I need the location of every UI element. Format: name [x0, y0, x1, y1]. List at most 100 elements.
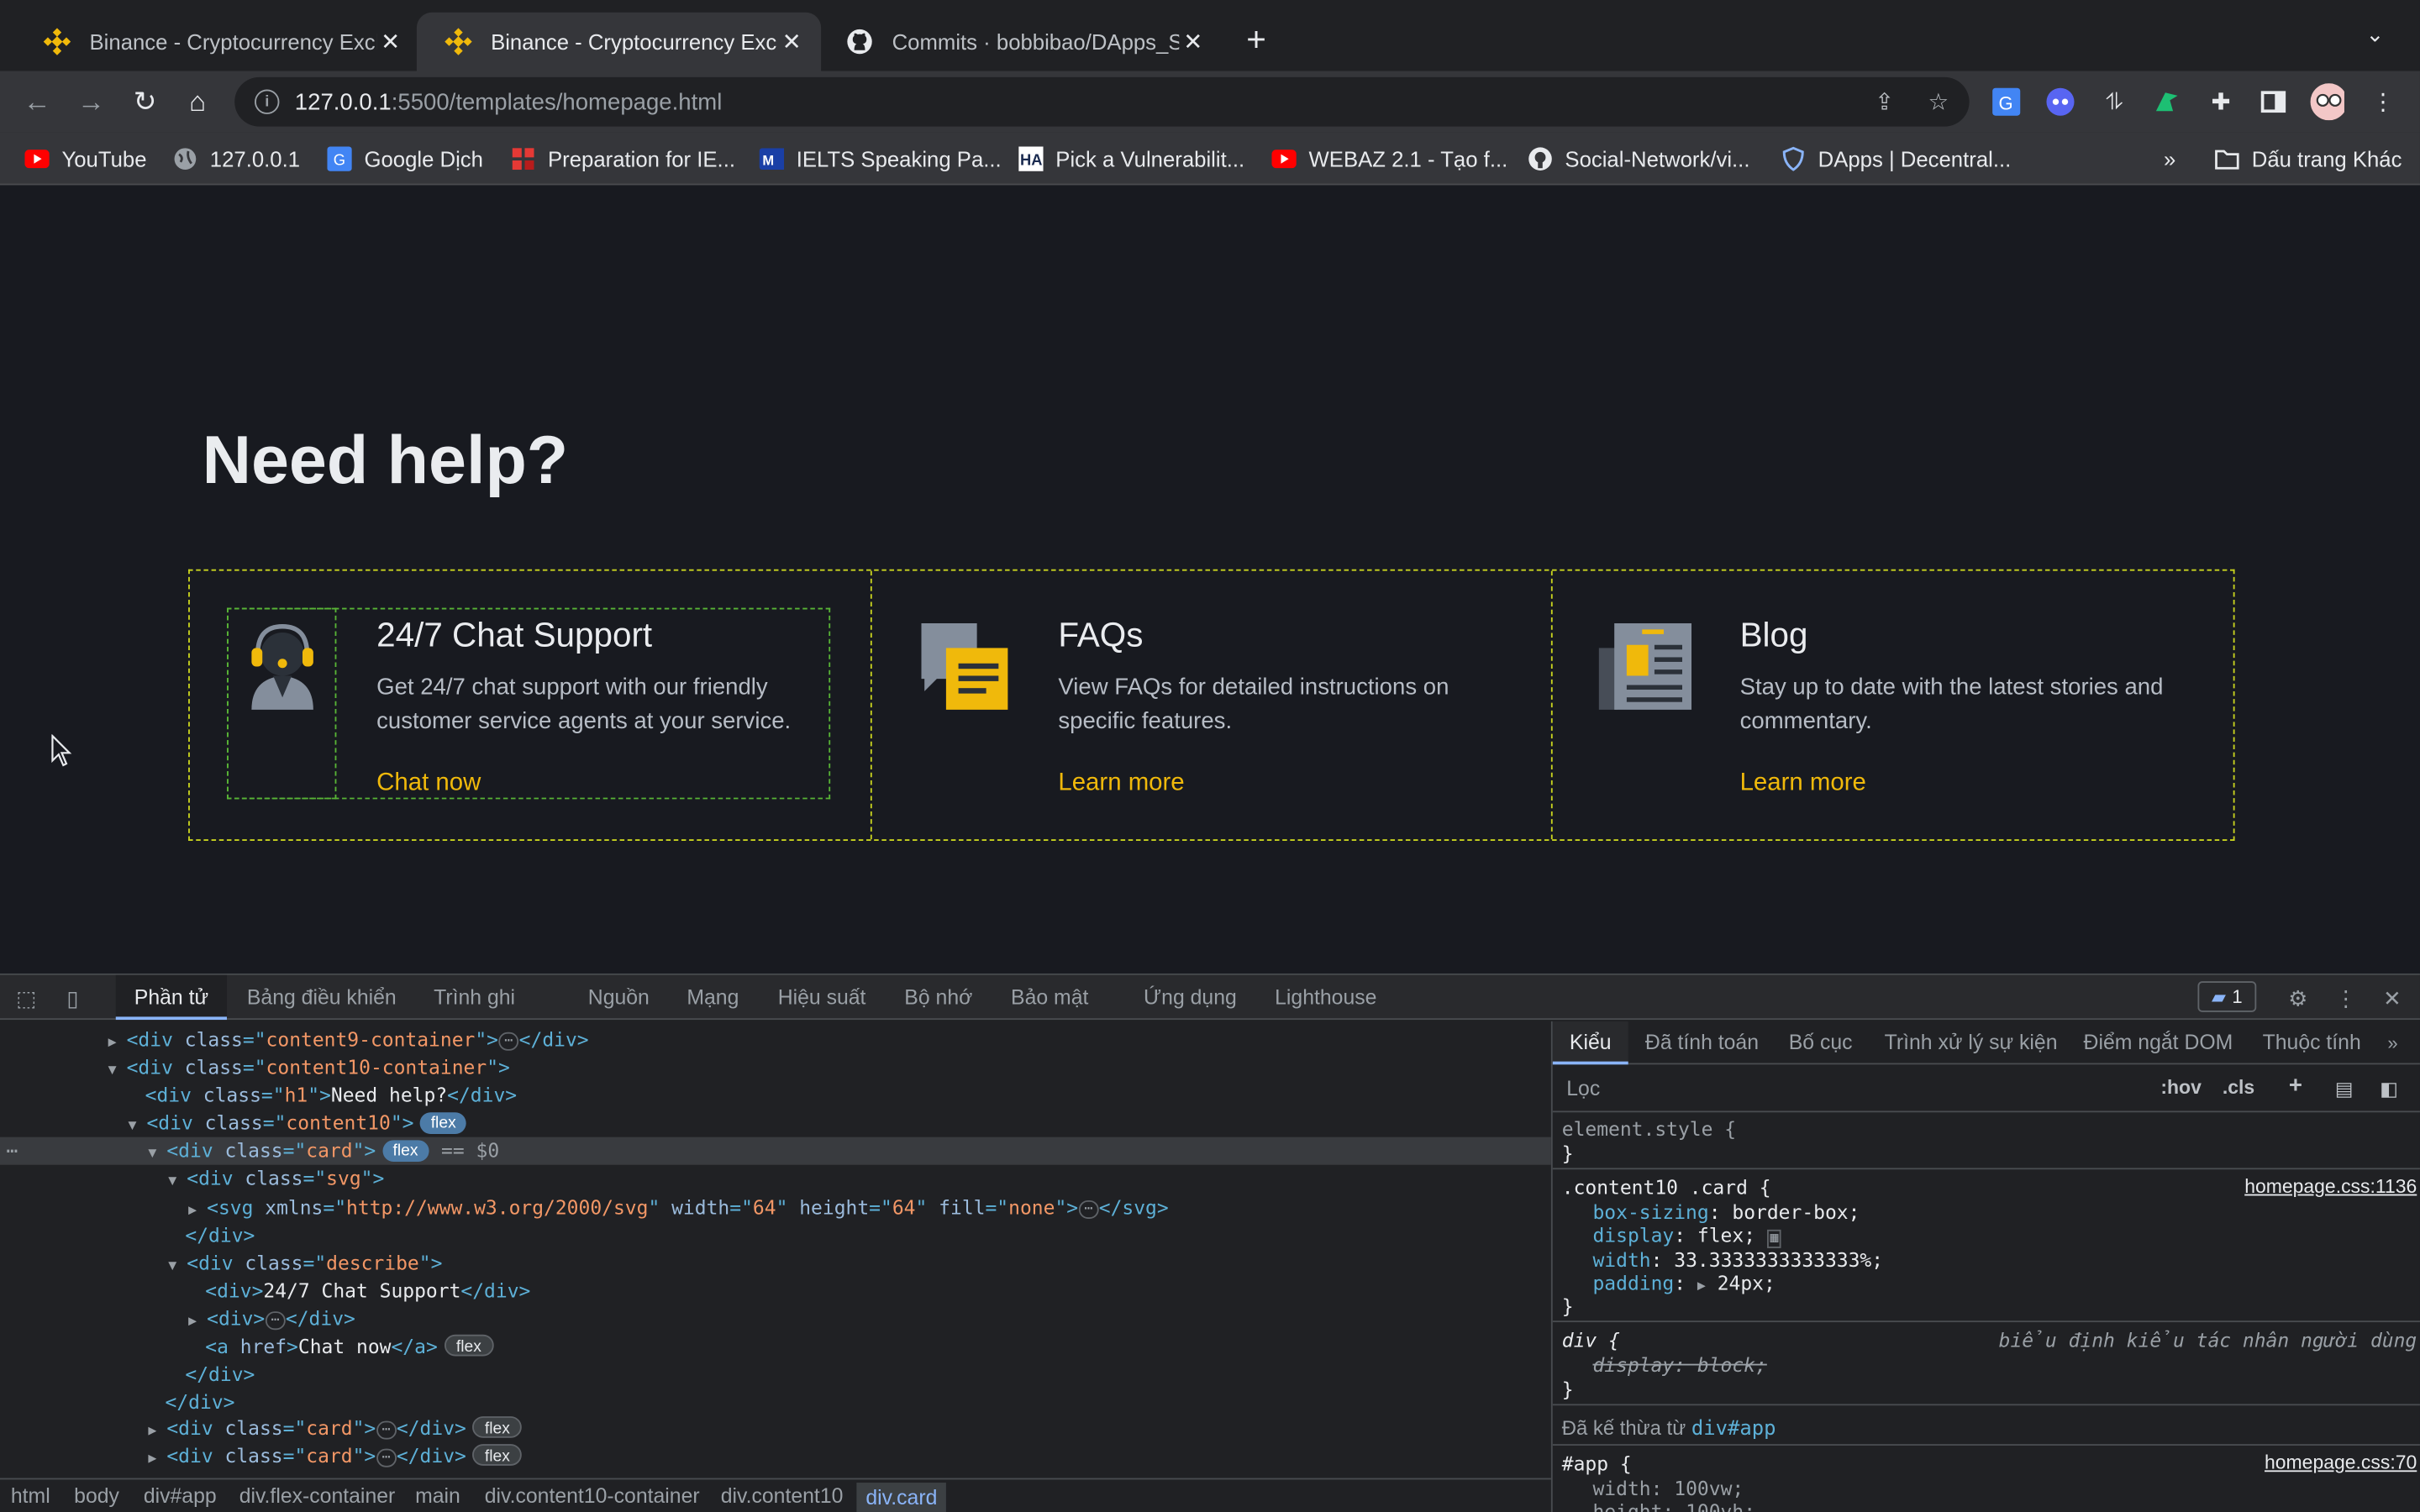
- close-icon[interactable]: ✕: [778, 28, 806, 55]
- dom-node[interactable]: ▶ <div class="content9-container"> ⋯ </div>: [0, 1026, 1551, 1053]
- breadcrumb-item[interactable]: div.content10: [721, 1484, 844, 1508]
- tab-network[interactable]: Mạng: [687, 975, 739, 1020]
- blog-learn-more-link[interactable]: Learn more: [1740, 770, 1866, 798]
- tab-event-listeners[interactable]: Trình xử lý sự kiện: [1885, 1021, 2058, 1064]
- dom-node[interactable]: </div>: [0, 1361, 1551, 1389]
- css-declaration[interactable]: box-sizing: border-box;: [1592, 1200, 1860, 1224]
- bookmark-preparation-ielts[interactable]: Preparation for IE...: [511, 144, 735, 175]
- tab-console[interactable]: Bảng điều khiển: [247, 975, 397, 1020]
- side-panel-icon[interactable]: [2256, 85, 2290, 118]
- close-icon[interactable]: ✕: [2378, 984, 2406, 1012]
- bookmark-webaz[interactable]: WEBAZ 2.1 - Tạo f...: [1271, 144, 1507, 175]
- app-rule-selector[interactable]: #app {: [1562, 1452, 1632, 1475]
- tab-recorder[interactable]: Trình ghi: [434, 975, 515, 1020]
- chevron-down-icon[interactable]: ⌄: [2366, 22, 2385, 48]
- bookmark-pick-vulnerability[interactable]: HA Pick a Vulnerabilit...: [1018, 144, 1244, 175]
- bookmark-localhost[interactable]: 127.0.0.1: [173, 144, 300, 175]
- browser-tab-binance-2[interactable]: Binance - Cryptocurrency Exch ✕: [416, 12, 822, 71]
- close-icon[interactable]: ✕: [1179, 28, 1207, 55]
- tab-computed[interactable]: Đã tính toán: [1645, 1021, 1759, 1064]
- new-tab-icon[interactable]: +: [1238, 21, 1275, 59]
- breadcrumb-item[interactable]: html: [11, 1484, 50, 1508]
- tab-performance[interactable]: Hiệu suất: [778, 975, 866, 1020]
- card-rule-source-link[interactable]: homepage.css:1136: [2244, 1176, 2417, 1198]
- google-translate-icon[interactable]: G: [1990, 85, 2023, 118]
- faqs-learn-more-link[interactable]: Learn more: [1058, 770, 1184, 798]
- tab-memory[interactable]: Bộ nhớ: [904, 975, 972, 1020]
- add-rule-icon[interactable]: +: [2289, 1073, 2302, 1099]
- home-icon[interactable]: ⌂: [179, 83, 216, 120]
- address-bar[interactable]: i 127.0.0.1:5500/templates/homepage.html…: [234, 76, 1970, 127]
- dom-node[interactable]: <div>24/7 Chat Support</div>: [0, 1278, 1551, 1305]
- bookmark-social-network[interactable]: Social-Network/vi...: [1528, 144, 1749, 175]
- device-toolbar-icon[interactable]: ▯: [59, 984, 87, 1012]
- issues-badge[interactable]: ▰ 1: [2197, 981, 2257, 1012]
- dom-node[interactable]: ▼ <div class="svg">: [0, 1165, 1551, 1193]
- gear-icon[interactable]: ⚙: [2284, 984, 2312, 1012]
- tab-lighthouse[interactable]: Lighthouse: [1275, 975, 1376, 1020]
- extensions-puzzle-icon[interactable]: ✚: [2204, 85, 2238, 118]
- bookmark-ielts-speaking[interactable]: M IELTS Speaking Pa...: [759, 144, 1002, 175]
- close-icon[interactable]: ✕: [376, 28, 404, 55]
- bookmark-google-dich[interactable]: G Google Dịch: [327, 144, 483, 175]
- bookmark-youtube[interactable]: YouTube: [24, 144, 147, 175]
- dom-node[interactable]: ▶ <div class="card"> ⋯ </div> flex: [0, 1442, 1551, 1470]
- dom-node[interactable]: ▶ <svg xmlns="http://www.w3.org/2000/svg"…: [0, 1194, 1551, 1222]
- css-declaration[interactable]: width: 33.3333333333333%;: [1592, 1248, 1883, 1272]
- more-options-icon[interactable]: ⋮: [2332, 984, 2360, 1012]
- breadcrumb-item[interactable]: main: [415, 1484, 460, 1508]
- ua-rule-selector[interactable]: div {: [1562, 1328, 1620, 1352]
- dom-node[interactable]: ▶ <div> ⋯ </div>: [0, 1305, 1551, 1333]
- breadcrumb-item[interactable]: body: [74, 1484, 119, 1508]
- extension-text-icon[interactable]: ⥮: [2097, 85, 2131, 118]
- breadcrumb-item[interactable]: div.content10-container: [485, 1484, 700, 1508]
- extension-bird-icon[interactable]: [2150, 85, 2184, 118]
- css-declaration[interactable]: display: flex; ▦: [1592, 1224, 1782, 1252]
- forward-icon[interactable]: →: [72, 83, 109, 120]
- breadcrumb-item-current[interactable]: div.card: [856, 1483, 947, 1512]
- css-declaration[interactable]: padding: ▶ 24px;: [1592, 1271, 1775, 1299]
- breadcrumb-item[interactable]: div#app: [144, 1484, 217, 1508]
- tab-elements[interactable]: Phần tử: [115, 974, 228, 1021]
- browser-tab-binance-1[interactable]: Binance - Cryptocurrency Exch ✕: [15, 13, 419, 71]
- dom-node[interactable]: <div class="h1">Need help?</div>: [0, 1082, 1551, 1110]
- extension-discord-icon[interactable]: [2044, 85, 2077, 118]
- tab-application[interactable]: Ứng dụng: [1144, 975, 1237, 1020]
- tab-dom-breakpoints[interactable]: Điểm ngắt DOM: [2084, 1021, 2233, 1064]
- other-bookmarks-folder[interactable]: Dấu trang Khác: [2215, 144, 2402, 175]
- share-icon[interactable]: ⇪: [1870, 90, 1898, 118]
- avatar[interactable]: [2310, 83, 2344, 121]
- browser-tab-github[interactable]: Commits · bobbibao/DApps_Su ✕: [818, 13, 1222, 71]
- css-declaration-inherited[interactable]: height: 100vh;: [1592, 1499, 1755, 1512]
- breadcrumb-item[interactable]: div.flex-container: [239, 1484, 396, 1508]
- tab-security[interactable]: Bảo mật: [1011, 975, 1088, 1020]
- star-icon[interactable]: ☆: [1924, 90, 1952, 118]
- styles-filter-input[interactable]: Lọc: [1564, 1074, 2144, 1105]
- flexbox-editor-icon[interactable]: ▦: [1766, 1229, 1782, 1248]
- dom-node-selected[interactable]: ⋯ ▼ <div class="card"> flex == $0: [0, 1137, 1551, 1165]
- dom-node[interactable]: </div>: [0, 1389, 1551, 1416]
- dom-node[interactable]: ▶ <div class="card"> ⋯ </div> flex: [0, 1415, 1551, 1442]
- tab-layout[interactable]: Bố cục: [1789, 1021, 1853, 1064]
- toggle-sidebar-icon[interactable]: ◧: [2380, 1077, 2398, 1100]
- element-style-rule[interactable]: element.style {: [1562, 1117, 1736, 1141]
- card-rule-selector[interactable]: .content10 .card {: [1562, 1176, 1771, 1200]
- reload-icon[interactable]: ↻: [127, 83, 164, 120]
- browser-menu-icon[interactable]: ⋮: [2366, 85, 2400, 118]
- cls-toggle[interactable]: .cls: [2223, 1077, 2254, 1099]
- bookmarks-overflow-button[interactable]: »: [2164, 144, 2175, 175]
- dom-node[interactable]: ▼ <div class="describe">: [0, 1250, 1551, 1278]
- chat-now-link[interactable]: Chat now: [376, 770, 481, 798]
- app-rule-source-link[interactable]: homepage.css:70: [2265, 1452, 2417, 1473]
- back-icon[interactable]: ←: [18, 83, 55, 120]
- dom-node[interactable]: </div>: [0, 1222, 1551, 1250]
- css-declaration-inherited[interactable]: width: 100vw;: [1592, 1477, 1744, 1500]
- tab-properties[interactable]: Thuộc tính: [2263, 1021, 2361, 1064]
- dom-node[interactable]: ▼ <div class="content10-container">: [0, 1053, 1551, 1081]
- hov-toggle[interactable]: :hov: [2160, 1077, 2201, 1099]
- bookmark-dapps[interactable]: DApps | Decentral...: [1781, 144, 2011, 175]
- dom-node[interactable]: ▼ <div class="content10"> flex: [0, 1110, 1551, 1137]
- site-info-icon[interactable]: i: [255, 89, 280, 114]
- dom-node[interactable]: <a href>Chat now</a> flex: [0, 1333, 1551, 1361]
- tab-sources[interactable]: Nguồn: [588, 975, 650, 1020]
